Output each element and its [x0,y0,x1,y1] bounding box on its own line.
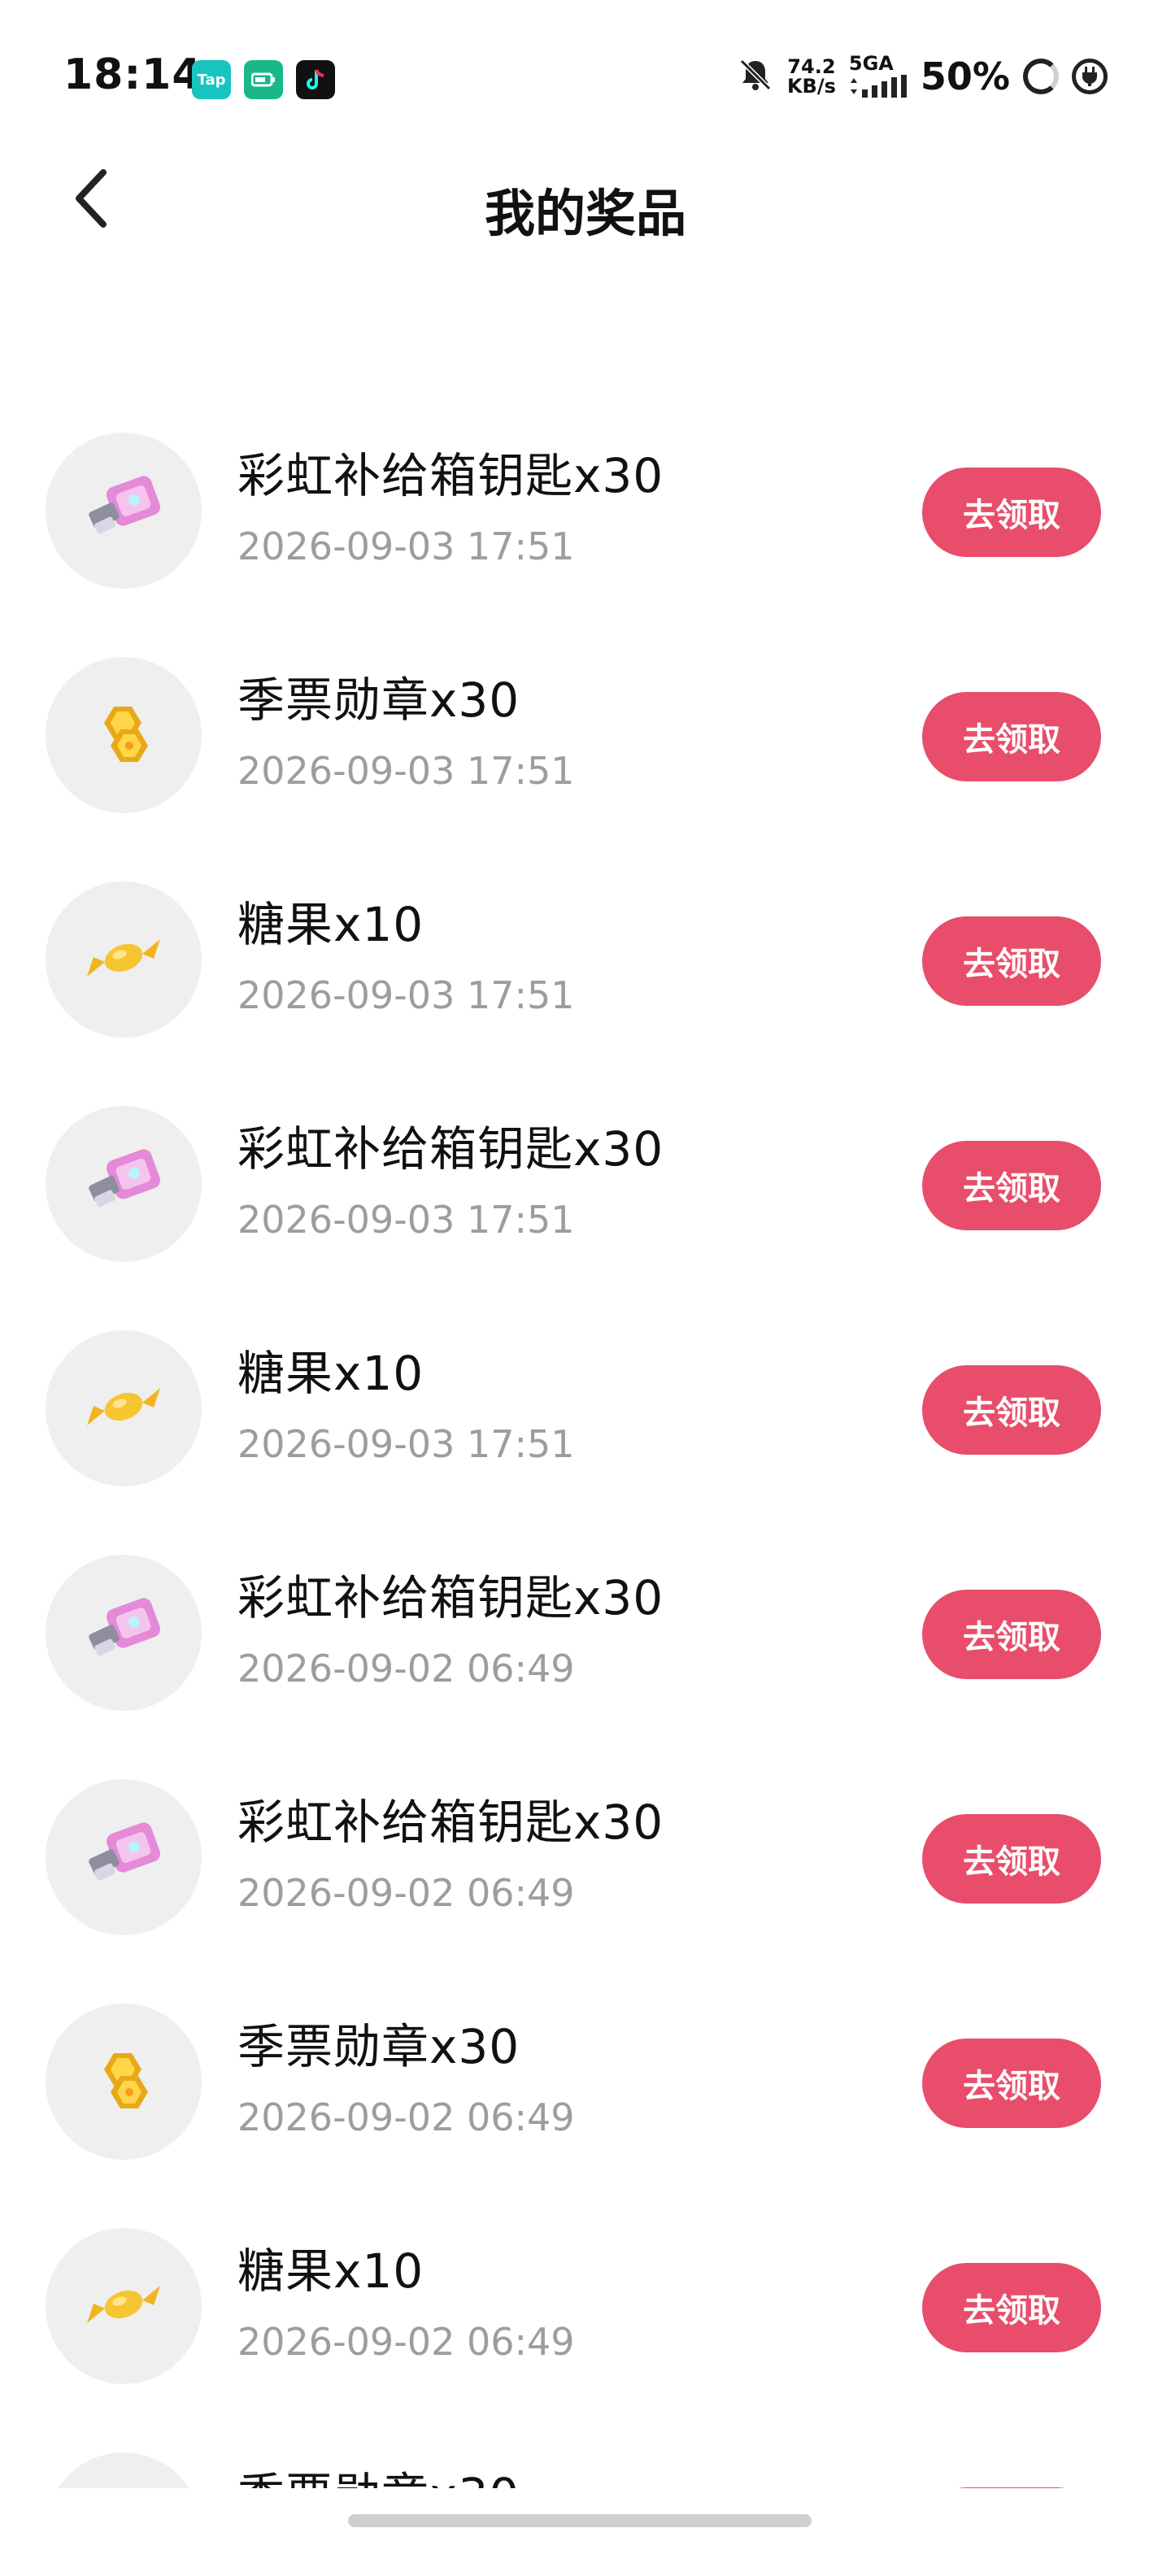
claim-button[interactable]: 去领取 [922,692,1101,781]
net-speed-value: 74.2 [787,55,836,78]
claim-button[interactable]: 去领取 [922,1141,1101,1230]
prize-title: 糖果x10 [237,1346,424,1401]
prize-thumbnail [46,881,202,1038]
prize-thumbnail [46,2452,202,2488]
candy-icon [79,929,168,990]
notification-app-icons: Tap [192,60,335,99]
prize-title: 季票勋章x30 [237,672,520,728]
prize-title: 糖果x10 [237,2243,424,2299]
prize-thumbnail [46,2228,202,2384]
claim-button[interactable]: 去领取 [922,1365,1101,1455]
key-icon [79,1595,168,1671]
prize-title: 彩虹补给箱钥匙x30 [237,448,664,503]
status-right-group: 74.2 KB/s 5GA 50% [737,52,1108,101]
candy-icon [79,2276,168,2336]
prize-item: 糖果x10 2026-09-03 17:51 去领取 [0,872,1171,1096]
prize-title: 季票勋章x30 [237,2019,520,2074]
claim-button[interactable]: 去领取 [922,468,1101,557]
medal-icon [83,697,164,773]
claim-button[interactable]: 去领取 [922,916,1101,1006]
prize-date: 2026-09-02 06:49 [237,1871,575,1915]
prize-thumbnail [46,1779,202,1935]
prize-thumbnail [46,657,202,813]
signal-icon [849,75,908,101]
prize-list[interactable]: 彩虹补给箱钥匙x30 2026-09-03 17:51 去领取 季票勋章x30 … [0,423,1171,2488]
bell-muted-icon [737,56,774,97]
medal-icon [83,2043,164,2120]
prize-item: 糖果x10 2026-09-02 06:49 去领取 [0,2218,1171,2443]
status-bar: 18:14 Tap 74.2 KB/s 5GA 50% [0,0,1171,154]
claim-button[interactable]: 去领取 [922,1814,1101,1904]
prize-date: 2026-09-02 06:49 [237,1647,575,1690]
prize-item: 糖果x10 2026-09-03 17:51 去领取 [0,1321,1171,1545]
prize-item: 季票勋章x30 2026-09-03 17:51 去领取 [0,647,1171,872]
prize-item: 彩虹补给箱钥匙x30 2026-09-02 06:49 去领取 [0,1545,1171,1769]
key-icon [79,1819,168,1895]
prize-title: 彩虹补给箱钥匙x30 [237,1570,664,1625]
prize-item: 彩虹补给箱钥匙x30 2026-09-03 17:51 去领取 [0,423,1171,647]
taptap-icon: Tap [192,60,231,99]
page-header: 我的奖品 [0,154,1171,252]
network-type: 5GA [848,52,894,75]
battery-ring-icon [1023,59,1059,94]
prize-date: 2026-09-02 06:49 [237,2095,575,2139]
prize-date: 2026-09-03 17:51 [237,749,575,793]
prize-date: 2026-09-03 17:51 [237,1422,575,1466]
prize-date: 2026-09-03 17:51 [237,1198,575,1242]
claim-button[interactable]: 去领取 [922,1590,1101,1679]
key-icon [79,1146,168,1222]
candy-icon [79,1378,168,1438]
claim-button[interactable]: 去领取 [922,2263,1101,2352]
prize-date: 2026-09-02 06:49 [237,2320,575,2364]
tiktok-icon [296,60,335,99]
prize-title: 彩虹补给箱钥匙x30 [237,1121,664,1177]
page-title: 我的奖品 [484,184,686,243]
claim-button[interactable]: 去领取 [922,2487,1101,2488]
prize-item: 彩虹补给箱钥匙x30 2026-09-02 06:49 去领取 [0,1769,1171,1994]
charging-plug-icon [1072,59,1108,94]
cellular-group: 5GA [849,52,908,101]
prize-title: 彩虹补给箱钥匙x30 [237,1795,664,1850]
battery-percent: 50% [920,54,1010,98]
prize-date: 2026-09-03 17:51 [237,524,575,568]
status-time: 18:14 [63,50,202,99]
prize-item: 季票勋章x30 2026-09-02 06:49 去领取 [0,1994,1171,2218]
home-indicator[interactable] [348,2514,812,2527]
prize-thumbnail [46,1555,202,1711]
prize-thumbnail [46,1330,202,1486]
prize-thumbnail [46,2004,202,2160]
prize-item: 彩虹补给箱钥匙x30 2026-09-03 17:51 去领取 [0,1096,1171,1321]
claim-button[interactable]: 去领取 [922,2039,1101,2128]
prize-thumbnail [46,1106,202,1262]
key-icon [79,472,168,549]
prize-date: 2026-09-03 17:51 [237,973,575,1017]
prize-title: 季票勋章x30 [237,2467,855,2488]
net-speed-unit: KB/s [786,75,836,98]
battery-app-icon [244,60,283,99]
prize-item: 季票勋章x30 去领取 [0,2443,1171,2488]
network-speed: 74.2 KB/s [787,57,836,96]
prize-title: 糖果x10 [237,897,424,952]
prize-thumbnail [46,433,202,589]
